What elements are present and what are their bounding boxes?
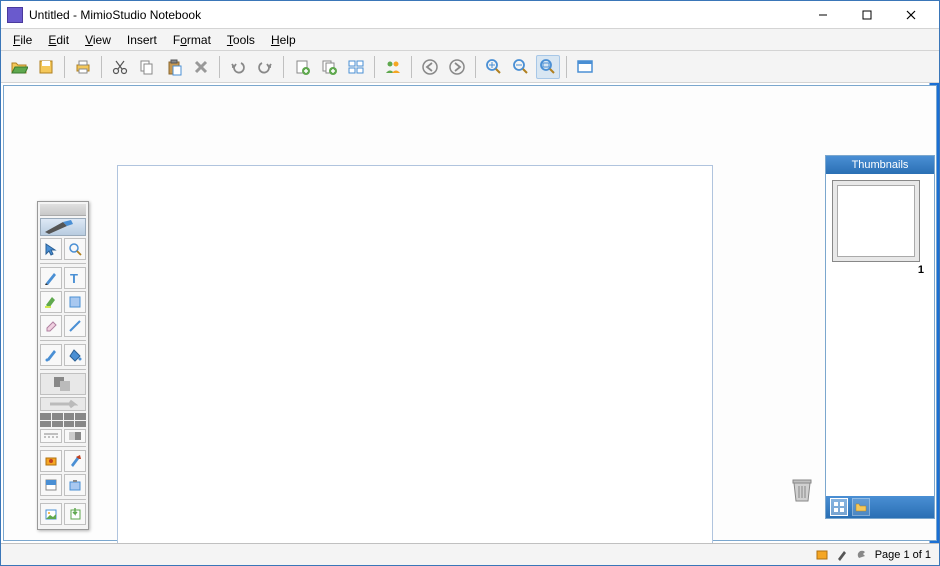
status-page-text: Page 1 of 1: [875, 549, 931, 561]
prev-page-button[interactable]: [418, 55, 442, 79]
thumbnail-page-number: 1: [832, 264, 928, 276]
toolbox-button[interactable]: [64, 450, 86, 472]
zoom-out-button[interactable]: [509, 55, 533, 79]
shapes-tool[interactable]: [64, 291, 86, 313]
zoom-tool[interactable]: [64, 238, 86, 260]
status-settings-icon[interactable]: [855, 548, 869, 562]
highlighter-tool[interactable]: [40, 291, 62, 313]
main-toolbar: [1, 51, 939, 83]
duplicate-page-button[interactable]: [317, 55, 341, 79]
recorder-tool[interactable]: [40, 450, 62, 472]
color-picker-tool[interactable]: [40, 344, 62, 366]
menu-insert[interactable]: Insert: [119, 31, 165, 49]
thumbnails-footer: [826, 496, 934, 518]
next-page-button[interactable]: [445, 55, 469, 79]
palette-header-icon: [40, 218, 86, 236]
cut-button[interactable]: [108, 55, 132, 79]
toolbar-separator: [475, 56, 476, 78]
line-style-button[interactable]: [40, 429, 62, 443]
undo-button[interactable]: [226, 55, 250, 79]
menu-view[interactable]: View: [77, 31, 119, 49]
delete-button[interactable]: [189, 55, 213, 79]
toolbar-separator: [566, 56, 567, 78]
eraser-tool[interactable]: [40, 315, 62, 337]
reveal-tool[interactable]: [40, 474, 62, 496]
toolbar-separator: [219, 56, 220, 78]
zoom-fit-button[interactable]: [536, 55, 560, 79]
collaborate-button[interactable]: [381, 55, 405, 79]
app-icon: [7, 7, 23, 23]
palette-separator: [40, 340, 86, 341]
object-fill-button[interactable]: [40, 373, 86, 395]
fill-tool[interactable]: [64, 344, 86, 366]
status-record-icon[interactable]: [815, 548, 829, 562]
save-button[interactable]: [34, 55, 58, 79]
trash-icon[interactable]: [791, 477, 813, 503]
fullscreen-button[interactable]: [573, 55, 597, 79]
gallery-button[interactable]: [40, 503, 62, 525]
close-button[interactable]: [889, 4, 933, 26]
print-button[interactable]: [71, 55, 95, 79]
color-swatches[interactable]: [40, 413, 86, 427]
thumbnails-header: Thumbnails: [826, 156, 934, 174]
thumbnails-grid-view-button[interactable]: [830, 498, 848, 516]
menubar: File Edit View Insert Format Tools Help: [1, 29, 939, 51]
thumbnail-page-1[interactable]: [832, 180, 920, 262]
spotlight-tool[interactable]: [64, 474, 86, 496]
palette-separator: [40, 499, 86, 500]
import-button[interactable]: [64, 503, 86, 525]
menu-help[interactable]: Help: [263, 31, 304, 49]
tool-palette[interactable]: T: [37, 201, 89, 530]
thumbnails-folder-button[interactable]: [852, 498, 870, 516]
svg-text:T: T: [70, 271, 78, 285]
palette-grip[interactable]: [40, 204, 86, 216]
window-title: Untitled - MimioStudio Notebook: [29, 8, 801, 22]
toolbar-separator: [64, 56, 65, 78]
paste-button[interactable]: [162, 55, 186, 79]
maximize-button[interactable]: [845, 4, 889, 26]
copy-button[interactable]: [135, 55, 159, 79]
line-tool[interactable]: [64, 315, 86, 337]
text-tool[interactable]: T: [64, 267, 86, 289]
page-sorter-button[interactable]: [344, 55, 368, 79]
new-page-button[interactable]: [290, 55, 314, 79]
zoom-in-button[interactable]: [482, 55, 506, 79]
titlebar: Untitled - MimioStudio Notebook: [1, 1, 939, 29]
status-pen-icon[interactable]: [835, 548, 849, 562]
palette-separator: [40, 369, 86, 370]
thumbnail-preview: [837, 185, 915, 257]
opacity-button[interactable]: [64, 429, 86, 443]
line-weight-button[interactable]: [40, 397, 86, 411]
toolbar-separator: [101, 56, 102, 78]
palette-separator: [40, 446, 86, 447]
menu-file[interactable]: File: [5, 31, 40, 49]
thumbnails-panel: Thumbnails 1: [825, 155, 935, 519]
menu-edit[interactable]: Edit: [40, 31, 77, 49]
pencil-tool[interactable]: [40, 267, 62, 289]
open-button[interactable]: [7, 55, 31, 79]
toolbar-separator: [411, 56, 412, 78]
palette-separator: [40, 263, 86, 264]
toolbar-separator: [283, 56, 284, 78]
menu-tools[interactable]: Tools: [219, 31, 263, 49]
toolbar-separator: [374, 56, 375, 78]
statusbar: Page 1 of 1: [1, 543, 939, 565]
redo-button[interactable]: [253, 55, 277, 79]
menu-format[interactable]: Format: [165, 31, 219, 49]
minimize-button[interactable]: [801, 4, 845, 26]
select-tool[interactable]: [40, 238, 62, 260]
page-canvas[interactable]: [117, 165, 713, 543]
